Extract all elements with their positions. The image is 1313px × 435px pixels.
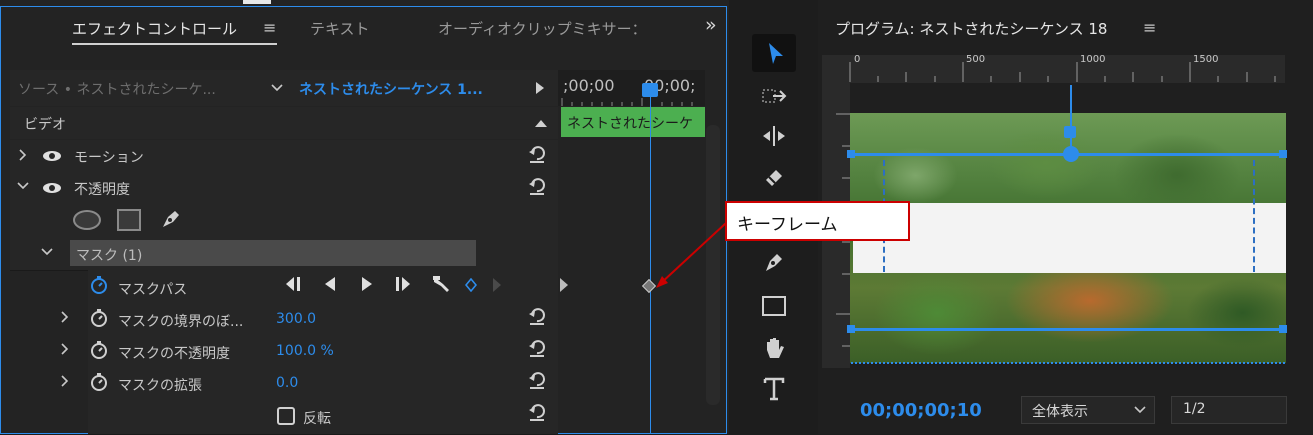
mask-corner-handle[interactable] xyxy=(847,325,855,333)
invert-checkbox[interactable] xyxy=(277,407,295,425)
program-menu-icon[interactable]: ≡ xyxy=(1143,18,1156,37)
sequence-label[interactable]: ネストされたシーケンス 1... xyxy=(299,79,483,99)
mask-vertex-handle[interactable] xyxy=(1063,146,1079,162)
chevron-right-icon[interactable] xyxy=(18,148,28,162)
mask-handle-line xyxy=(1070,85,1072,155)
collapse-up-icon[interactable] xyxy=(534,118,548,128)
eye-icon[interactable] xyxy=(42,149,62,163)
reset-icon[interactable] xyxy=(526,369,548,391)
chevron-down-icon[interactable] xyxy=(16,181,30,191)
wrench-icon[interactable] xyxy=(430,273,454,295)
chevron-right-icon[interactable] xyxy=(60,310,70,324)
track-forward-one-icon[interactable] xyxy=(393,276,413,292)
zoom-value: 全体表示 xyxy=(1032,404,1088,420)
program-title: プログラム: ネストされたシーケンス 18 xyxy=(835,20,1108,38)
mask-feather-value[interactable]: 300.0 xyxy=(276,311,316,327)
ripple-edit-tool-icon[interactable] xyxy=(758,120,790,152)
pen-tool-icon[interactable] xyxy=(758,246,790,278)
tab-audio-clip-mixer[interactable]: オーディオクリップミキサー： xyxy=(438,18,647,39)
track-select-tool-icon[interactable] xyxy=(758,80,790,112)
active-tab-underline xyxy=(72,43,277,45)
frame-bottom-dotted xyxy=(851,362,1285,366)
top-marker xyxy=(243,0,271,4)
mask-corner-handle[interactable] xyxy=(1279,325,1287,333)
chevron-down-icon[interactable] xyxy=(270,80,284,96)
mask-path-label: マスクパス xyxy=(118,282,188,298)
track-backward-one-icon[interactable] xyxy=(283,276,303,292)
ruler-marks xyxy=(849,62,1276,82)
annotation-text: キーフレーム xyxy=(737,215,838,235)
feather-guide-right xyxy=(1253,160,1256,272)
tab-effect-controls[interactable]: エフェクトコントロール xyxy=(72,18,237,39)
expand-panels-icon[interactable]: » xyxy=(705,14,717,36)
ruler-ticks xyxy=(561,98,693,106)
track-backward-icon[interactable] xyxy=(320,276,340,292)
type-tool-icon[interactable] xyxy=(758,373,790,405)
annotation-arrow xyxy=(656,222,727,288)
chevron-down-icon[interactable] xyxy=(1133,405,1147,415)
reset-icon[interactable] xyxy=(526,401,548,423)
mask-handle-square[interactable] xyxy=(1064,126,1076,138)
rectangle-tool-icon[interactable] xyxy=(758,290,790,322)
track-forward-icon[interactable] xyxy=(357,276,377,292)
mask-expansion-label: マスクの拡張 xyxy=(118,378,202,394)
hand-tool-icon[interactable] xyxy=(758,333,790,365)
source-label: ソース • ネストされたシーケ... xyxy=(18,82,216,98)
stopwatch-icon[interactable] xyxy=(88,339,110,361)
pen-mask-icon[interactable] xyxy=(158,206,184,232)
mask-corner-handle[interactable] xyxy=(847,150,855,158)
ellipse-mask-icon[interactable] xyxy=(73,210,101,230)
chevron-down-icon[interactable] xyxy=(40,247,54,257)
reset-icon[interactable] xyxy=(526,305,548,327)
next-keyframe-icon[interactable] xyxy=(490,277,504,293)
mask-opacity-value[interactable]: 100.0 % xyxy=(276,343,334,359)
playhead-handle[interactable] xyxy=(642,83,658,97)
mask-bottom-edge[interactable] xyxy=(851,328,1285,331)
razor-tool-icon[interactable] xyxy=(758,162,790,194)
program-timecode[interactable]: 00;00;00;10 xyxy=(860,400,982,421)
play-triangle-icon[interactable] xyxy=(533,80,547,96)
mask-opacity-label: マスクの不透明度 xyxy=(118,346,230,362)
eye-icon[interactable] xyxy=(42,181,62,195)
panel-menu-icon[interactable]: ≡ xyxy=(263,18,276,37)
tab-text[interactable]: テキスト xyxy=(310,18,370,39)
stopwatch-icon[interactable] xyxy=(88,371,110,393)
resolution-value: 1/2 xyxy=(1183,401,1206,417)
mask-expansion-value[interactable]: 0.0 xyxy=(276,375,298,391)
stopwatch-icon[interactable] xyxy=(88,307,110,329)
reset-icon[interactable] xyxy=(526,143,548,165)
white-mask-area xyxy=(853,203,1286,273)
motion-label: モーション xyxy=(74,150,144,166)
mask-feather-label: マスクの境界のぼ... xyxy=(118,314,244,330)
invert-label: 反転 xyxy=(303,411,331,427)
reset-icon[interactable] xyxy=(526,337,548,359)
mask-label[interactable]: マスク (1) xyxy=(76,245,142,265)
keyframe-toggle-icon[interactable] xyxy=(463,277,479,293)
chevron-right-icon[interactable] xyxy=(60,374,70,388)
video-header-label: ビデオ xyxy=(24,117,66,133)
video-header xyxy=(10,107,558,139)
selection-tool-icon[interactable] xyxy=(760,38,792,70)
mask-corner-handle[interactable] xyxy=(1279,150,1287,158)
timeline-arrow-icon xyxy=(558,278,570,292)
clip-label: ネストされたシーケ xyxy=(567,116,693,132)
timecode-start: ;00;00 xyxy=(563,76,615,95)
opacity-label: 不透明度 xyxy=(74,182,130,198)
chevron-right-icon[interactable] xyxy=(60,342,70,356)
stopwatch-icon[interactable] xyxy=(88,274,110,296)
reset-icon[interactable] xyxy=(526,175,548,197)
rectangle-mask-icon[interactable] xyxy=(117,209,141,231)
